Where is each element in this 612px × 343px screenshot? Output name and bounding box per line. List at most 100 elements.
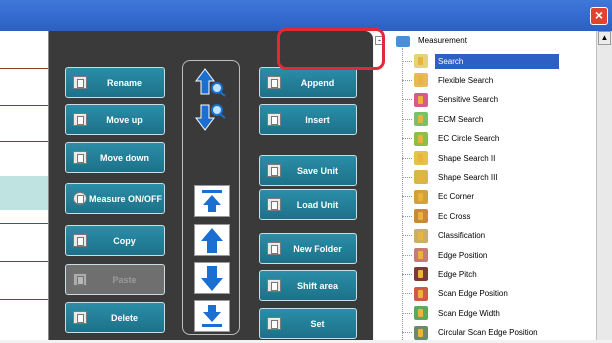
list-divider [0,299,48,300]
tree-branch-line [402,273,412,275]
arrow-down-button[interactable] [194,262,230,294]
tree-branch-line [402,254,412,256]
rename-icon [73,76,87,89]
tree-branch-line [402,312,412,314]
arrow-down-icon [201,266,223,291]
tree-item-label: Edge Pitch [438,269,477,279]
tree-item[interactable]: Edge Pitch [402,264,596,284]
tree-item[interactable]: Ec Cross [402,206,596,226]
tree-item-label: Ec Corner [438,192,475,202]
set-icon [267,317,281,330]
tree-item[interactable]: Shape Search III [402,167,596,187]
tree-branch-line [402,60,412,62]
tree-item[interactable]: Scan Edge Position [402,284,596,304]
insert-button[interactable]: Insert [259,104,357,135]
processing-item-icon [414,151,428,165]
tree-item-label: Scan Edge Position [438,289,508,299]
move-down-icon [73,151,87,164]
tree-item-label: Classification [438,231,486,241]
tree-item[interactable]: ECM Search [402,109,596,129]
processing-item-icon [414,131,428,146]
tree-item-label: Shape Search III [438,172,498,182]
tree-item[interactable]: Sensitive Search [402,90,596,110]
tree-item-label: Scan Edge Width [438,308,500,318]
tree-item-label: Ec Cross [438,211,471,221]
processing-item-icon [414,112,428,127]
move-up-icon [73,113,87,126]
processing-item-icon [414,92,428,107]
list-divider [0,105,48,106]
paste-button[interactable]: Paste [65,264,165,295]
new-folder-icon [267,242,281,255]
list-divider [0,141,48,142]
tree-item-label: Search [435,53,560,69]
insert-icon [267,113,281,126]
scroll-bottom-icon [202,305,222,327]
scroll-top-search-icon [195,68,226,97]
scroll-top-search-button[interactable] [193,66,229,98]
shift-area-icon [267,279,281,292]
list-divider [0,68,48,69]
processing-item-icon [414,73,428,88]
scroll-up-icon[interactable]: ▲ [598,31,611,45]
processing-item-icon [414,248,428,262]
tree-item-label: EC Circle Search [438,134,500,144]
highlight-callout [277,28,385,70]
copy-icon [73,234,87,247]
arrow-up-button[interactable] [194,224,230,256]
selected-unit-row[interactable] [0,176,48,210]
scroll-bottom-button[interactable] [194,300,230,332]
tree-item[interactable]: EC Circle Search [402,129,596,149]
processing-item-icon [414,306,428,321]
measure-on-off-button[interactable]: Measure ON/OFF [65,183,165,214]
shift-area-button[interactable]: Shift area [259,270,357,301]
load-unit-icon [267,198,281,211]
set-button[interactable]: Set [259,308,357,339]
tree-item[interactable]: Edge Position [402,245,596,265]
tree-branch-line [402,79,412,81]
move-down-button[interactable]: Move down [65,142,165,173]
tree-item-label: Flexible Search [438,75,494,85]
append-icon [267,76,281,89]
tree-item-label: ECM Search [438,114,484,124]
measure-toggle-icon [73,192,87,205]
tree-item[interactable]: Flexible Search [402,70,596,90]
processing-item-icon [414,267,428,282]
close-icon[interactable]: × [590,7,608,25]
save-unit-icon [267,164,281,177]
processing-item-icon [414,170,428,185]
move-up-button[interactable]: Move up [65,104,165,135]
scroll-bottom-search-icon [195,104,226,131]
tree-item-label: Edge Position [438,250,488,260]
delete-button[interactable]: Delete [65,302,165,333]
tree-item[interactable]: Shape Search II [402,148,596,168]
list-divider [0,223,48,224]
append-button[interactable]: Append [259,67,357,98]
tree-item-label: Shape Search II [438,153,496,163]
tree-branch-line [402,176,412,178]
new-folder-button[interactable]: New Folder [259,233,357,264]
tree-branch-line [402,118,412,120]
save-unit-button[interactable]: Save Unit [259,155,357,186]
scroll-bottom-search-button[interactable] [193,101,229,133]
processing-item-icon [414,209,428,224]
load-unit-button[interactable]: Load Unit [259,189,357,220]
tree-root-label[interactable]: Measurement [418,36,467,45]
scroll-top-icon [202,190,222,212]
delete-icon [73,311,87,324]
processing-item-icon [414,228,428,243]
tree-branch-line [402,215,412,217]
tree-branch-line [402,157,412,159]
tree-item[interactable]: Scan Edge Width [402,303,596,323]
rename-button[interactable]: Rename [65,67,165,98]
paste-icon [73,273,87,286]
tree-scrollbar[interactable]: ▲ [596,31,612,340]
tree-item[interactable]: Ec Corner [402,187,596,207]
processing-item-icon [414,325,428,340]
copy-button[interactable]: Copy [65,225,165,256]
scroll-top-button[interactable] [194,185,230,217]
tree-item[interactable]: Search [402,51,596,71]
tree-item[interactable]: Classification [402,226,596,246]
processing-item-icon [414,54,428,68]
unit-list[interactable] [0,31,49,340]
